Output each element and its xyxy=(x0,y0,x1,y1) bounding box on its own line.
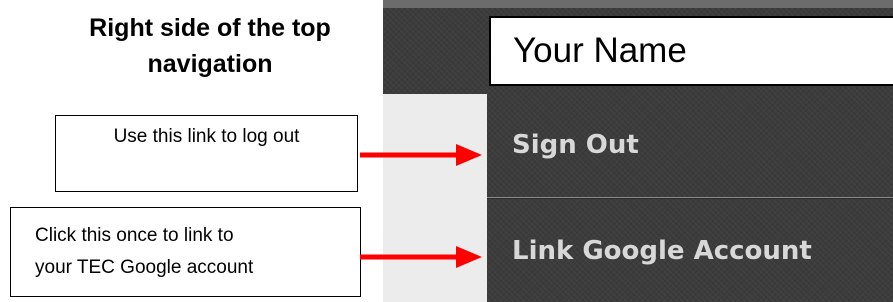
sign-out-link[interactable]: Sign Out xyxy=(512,130,639,160)
link-google-account-link[interactable]: Link Google Account xyxy=(512,236,812,266)
user-name: Your Name xyxy=(513,31,687,70)
menu-divider-shadow xyxy=(487,198,893,199)
google-callout: Click this once to link to your TEC Goog… xyxy=(10,207,361,297)
user-name-box: Your Name xyxy=(489,16,893,86)
logout-callout: Use this link to log out xyxy=(55,115,358,192)
google-callout-line-1: Click this once to link to xyxy=(35,225,234,246)
arrow-to-sign-out xyxy=(360,144,482,166)
heading-line-1: Right side of the top xyxy=(89,14,331,42)
nav-top-strip xyxy=(383,0,893,8)
logout-callout-text: Use this link to log out xyxy=(113,126,300,147)
google-callout-line-2: your TEC Google account xyxy=(35,257,254,278)
arrow-to-link-google-account xyxy=(360,246,482,268)
heading-line-2: navigation xyxy=(147,50,273,78)
page-heading: Right side of the top navigation xyxy=(10,10,410,82)
annotated-screenshot: Your Name Sign Out Link Google Account R… xyxy=(0,0,893,302)
